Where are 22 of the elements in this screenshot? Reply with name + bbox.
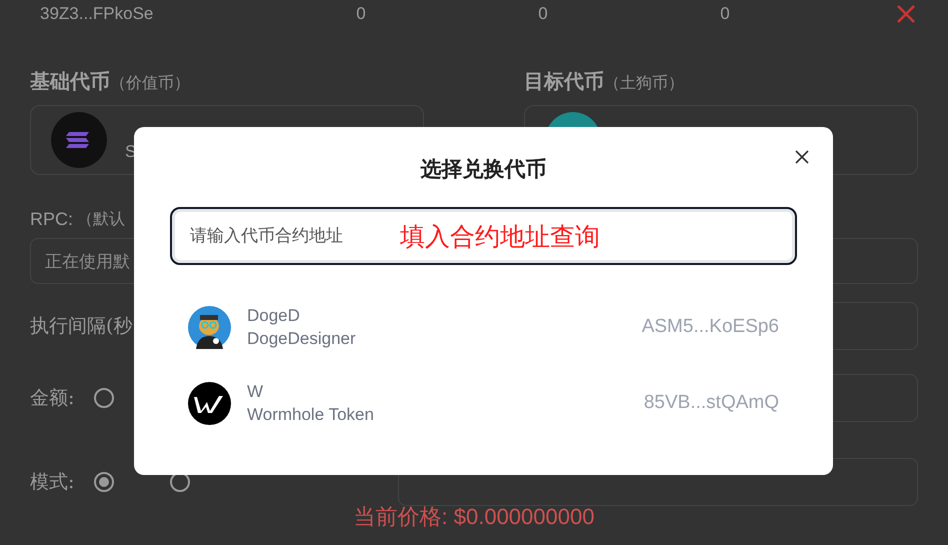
balance-value: 0: [355, 4, 367, 24]
section-label: 基础代币: [30, 69, 110, 93]
token-symbol: DogeD: [247, 306, 301, 326]
token-address: 85VB...stQAmQ: [644, 392, 779, 414]
section-note: （土狗币）: [604, 75, 684, 92]
rpc-label: RPC:: [30, 209, 74, 230]
token-name: Wormhole Token: [247, 404, 375, 424]
field-label: 模式:: [30, 470, 74, 495]
wallet-address: 39Z3...FPkoSe: [39, 4, 154, 24]
section-label: 目标代币: [524, 69, 604, 93]
field-label: 执行间隔(秒: [30, 314, 132, 339]
dialog-title: 选择兑换代币: [420, 157, 548, 183]
field-label: 金额:: [30, 386, 74, 411]
annotation-text: 填入合约地址查询: [400, 222, 600, 253]
current-price: 当前价格: $0.000000000: [354, 503, 594, 531]
balance-value: 0: [537, 4, 549, 24]
token-address: ASM5...KoESp6: [642, 316, 779, 338]
rpc-note: （默认: [77, 210, 126, 230]
balance-value: 0: [719, 4, 731, 24]
section-note: （价值币）: [110, 75, 190, 92]
token-name: DogeDesigner: [247, 328, 357, 348]
token-symbol: W: [247, 382, 264, 402]
